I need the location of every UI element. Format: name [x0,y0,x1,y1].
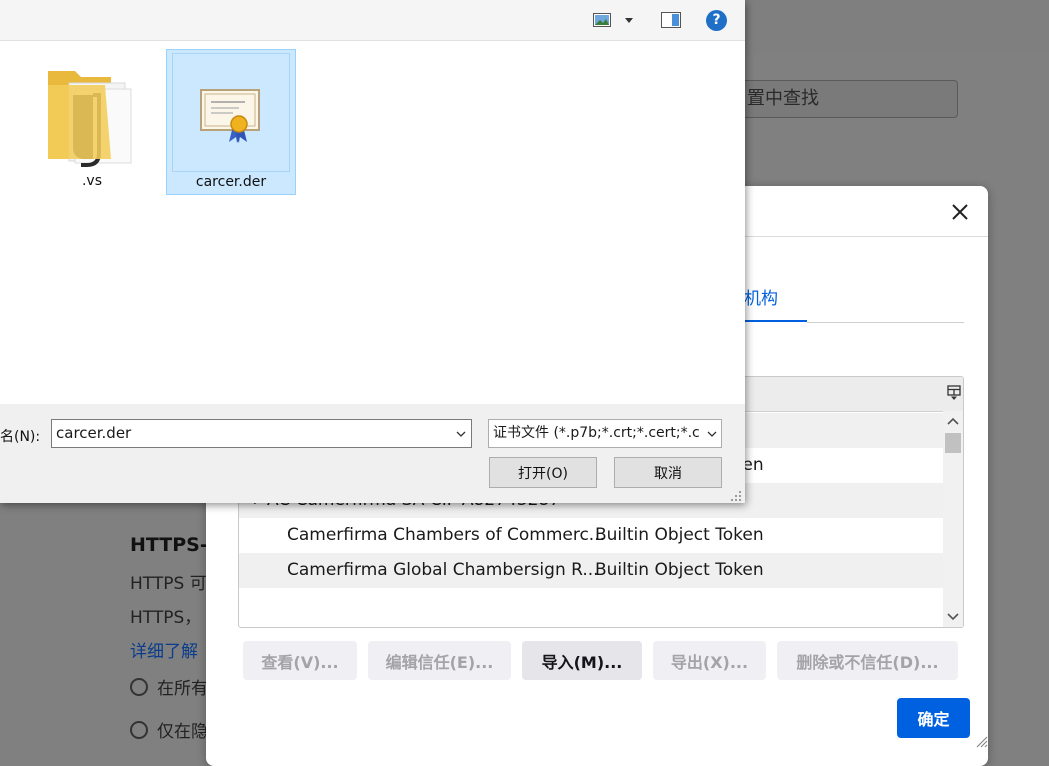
file-name: .vs [81,173,103,189]
file-name: carcer.der [195,174,267,190]
security-device-name: Builtin Object Token [595,525,764,545]
resize-grip-icon[interactable] [730,490,742,502]
radio-icon[interactable] [130,720,148,739]
chevron-down-icon[interactable] [456,430,466,438]
file-item-certificate[interactable]: carcer.der [166,49,296,195]
resize-grip-icon[interactable] [974,734,988,748]
delete-or-distrust-button[interactable]: 删除或不信任(D)... [777,641,958,680]
section-text-line: HTTPS， [130,608,202,628]
edit-trust-button[interactable]: 编辑信任(E)... [368,641,511,680]
column-picker-icon[interactable] [947,385,961,401]
tree-row[interactable]: Camerfirma Global Chambersign R... Builti… [239,553,943,588]
file-dialog-footer: 名(N): carcer.der 证书文件 (*.p7b;*.crt;*.cer… [0,404,745,503]
cancel-button[interactable]: 取消 [614,457,722,488]
security-device-name: Builtin Object Token [595,560,764,580]
close-icon[interactable] [948,200,972,224]
tree-row[interactable]: Camerfirma Chambers of Commerc... Builtin… [239,518,943,553]
filename-label: 名(N): [0,429,41,445]
ok-button[interactable]: 确定 [897,698,970,738]
filename-value: carcer.der [56,424,132,442]
tab-divider [807,322,964,323]
file-type-value: 证书文件 (*.p7b;*.crt;*.cert;*.c [493,425,700,441]
export-button[interactable]: 导出(X)... [653,641,766,680]
https-mode-radio-all[interactable]: 在所有 [130,674,208,699]
radio-icon[interactable] [130,677,148,696]
filename-input[interactable]: carcer.der [51,419,472,448]
folder-icon [48,71,132,167]
view-dropdown-icon[interactable] [624,16,634,24]
scroll-up-icon[interactable] [946,415,960,429]
section-title: HTTPS- [130,534,208,556]
section-text-line: HTTPS 可 [130,574,207,594]
scrollbar-thumb[interactable] [945,433,961,453]
preview-pane-icon[interactable] [661,12,681,28]
change-view-icon[interactable] [593,13,611,27]
vertical-scrollbar[interactable] [943,411,963,627]
help-icon[interactable]: ? [706,10,727,31]
file-open-dialog: ? .vs carcer.der 名(N): carcer.der 证书文件 (… [0,0,745,503]
import-button[interactable]: 导入(M)... [522,641,642,680]
chevron-down-icon[interactable] [707,430,717,438]
file-type-select[interactable]: 证书文件 (*.p7b;*.crt;*.cert;*.c [488,419,722,448]
tab-authorities[interactable]: 机构 [744,284,778,309]
scroll-down-icon[interactable] [946,609,960,623]
file-dialog-toolbar: ? [0,0,745,41]
view-button[interactable]: 查看(V)... [243,641,357,680]
certificate-name: Camerfirma Global Chambersign R... [287,560,599,580]
https-mode-radio-private[interactable]: 仅在隐 [130,717,208,742]
certificate-icon [200,89,260,143]
file-item-folder[interactable]: .vs [27,49,157,195]
certificate-name: Camerfirma Chambers of Commerc... [287,525,606,545]
open-button[interactable]: 打开(O) [489,457,597,488]
learn-more-link[interactable]: 详细了解 [130,637,198,662]
radio-label: 仅在隐 [157,722,208,742]
radio-label: 在所有 [157,679,208,699]
